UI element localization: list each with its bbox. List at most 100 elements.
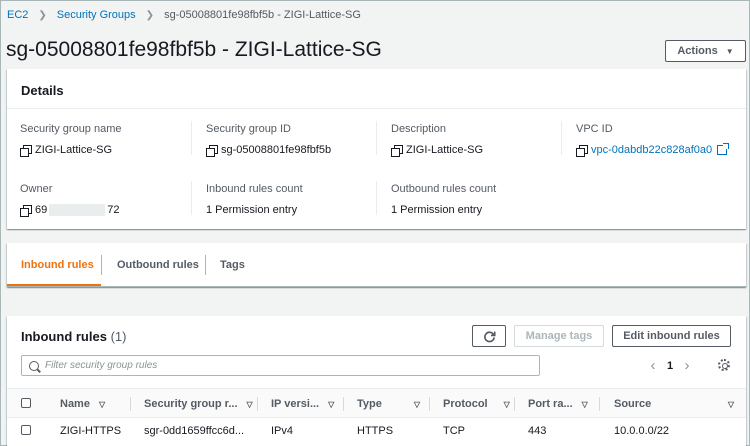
owner-suffix: 72 [107,204,120,216]
actions-label: Actions [677,45,718,57]
column-header-protocol[interactable]: Protocol ▽ [443,389,510,419]
tab-tags[interactable]: Tags [220,243,245,287]
search-icon [29,360,39,371]
breadcrumb-ec2[interactable]: EC2 [7,9,28,21]
column-label: Protocol [443,398,488,410]
field-label: Security group ID [206,123,291,135]
divider [561,121,562,155]
field-label: Owner [20,183,53,195]
column-divider [130,397,131,411]
field-sg-id: Security group ID sg-05008801fe98fbf5b [206,123,331,157]
divider [191,121,192,155]
field-inbound-count: Inbound rules count 1 Permission entry [206,183,303,216]
sort-icon: ▽ [246,399,253,409]
field-label: VPC ID [576,123,613,135]
column-header-name[interactable]: Name ▽ [60,389,105,419]
field-value: ZIGI-Lattice-SG [35,144,113,156]
tab-divider [205,255,206,275]
column-header-type[interactable]: Type ▽ [357,389,420,419]
column-header-ip-version[interactable]: IP versi... ▽ [271,389,334,419]
inbound-rules-count: (1) [110,329,127,344]
row-checkbox[interactable] [21,425,31,435]
sort-icon: ▽ [413,399,421,409]
refresh-button[interactable] [472,325,506,347]
column-header-sg-rule-id[interactable]: Security group r... ▽ [144,389,253,419]
cell-protocol: TCP [443,425,465,437]
cell-port-range: 443 [528,425,547,437]
field-label: Inbound rules count [206,183,303,195]
column-divider [599,397,600,411]
page-title: sg-05008801fe98fbf5b - ZIGI-Lattice-SG [6,38,382,61]
sort-icon: ▽ [581,399,588,409]
page-number[interactable]: 1 [664,360,676,372]
field-description: Description ZIGI-Lattice-SG [391,123,484,157]
column-divider [343,397,344,411]
divider [376,121,377,155]
field-owner: Owner 69 72 [20,183,120,217]
field-label: Outbound rules count [391,183,497,195]
column-divider [429,397,430,411]
sort-icon: ▽ [98,399,106,409]
sort-icon: ▽ [503,399,510,409]
manage-tags-button[interactable]: Manage tags [514,325,604,347]
sort-icon: ▽ [727,399,734,409]
actions-button[interactable]: Actions ▼ [665,40,746,62]
tabs-border [7,286,746,287]
tab-outbound-rules[interactable]: Outbound rules [117,243,199,287]
divider [376,181,377,215]
copy-icon[interactable] [20,204,32,217]
caret-down-icon: ▼ [725,46,734,56]
field-value: 1 Permission entry [391,204,483,216]
breadcrumb-current: sg-05008801fe98fbf5b - ZIGI-Lattice-SG [164,9,361,21]
inbound-rules-title: Inbound rules (1) [21,329,126,344]
refresh-icon [483,330,496,342]
divider [191,181,192,215]
details-panel: Details Security group name ZIGI-Lattice… [7,69,746,229]
cell-ip-version: IPv4 [271,425,294,437]
column-label: Port ra... [528,398,573,410]
field-vpc-id: VPC ID vpc-0dabdb22c828af0a0 [576,123,730,157]
column-header-source[interactable]: Source ▽ [614,389,734,419]
cell-sg-rule-id: sgr-0dd1659ffcc6d... [144,425,245,437]
breadcrumb: EC2 ❯ Security Groups ❯ sg-05008801fe98f… [7,9,361,21]
field-value: ZIGI-Lattice-SG [406,144,484,156]
field-sg-name: Security group name ZIGI-Lattice-SG [20,123,122,157]
table-row[interactable]: ZIGI-HTTPS sgr-0dd1659ffcc6d... IPv4 HTT… [7,418,746,444]
column-label: Type [357,398,382,410]
gear-icon[interactable] [718,359,730,371]
column-label: IP versi... [271,398,320,410]
table-header: Name ▽ Security group r... ▽ IP versi... ▽ … [7,388,746,418]
vpc-id-link[interactable]: vpc-0dabdb22c828af0a0 [591,144,712,156]
copy-icon[interactable] [576,144,588,157]
search-input[interactable] [45,360,525,371]
column-divider [514,397,515,411]
tabs: Inbound rules Outbound rules Tags [7,243,746,287]
select-all-checkbox[interactable] [21,398,31,408]
chevron-left-icon[interactable]: ‹ [642,357,664,374]
inbound-rules-panel: Inbound rules (1) Manage tags Edit inbou… [7,316,746,446]
tab-inbound-rules[interactable]: Inbound rules [21,243,94,287]
column-label: Name [60,398,90,410]
cell-type: HTTPS [357,425,394,437]
owner-prefix: 69 [35,204,48,216]
edit-inbound-rules-button[interactable]: Edit inbound rules [612,325,731,347]
chevron-right-icon[interactable]: › [676,357,698,374]
field-value: 1 Permission entry [206,204,298,216]
redaction [49,204,106,216]
cell-source: 10.0.0.0/22 [614,425,670,437]
field-outbound-count: Outbound rules count 1 Permission entry [391,183,496,216]
copy-icon[interactable] [391,144,403,157]
breadcrumb-security-groups[interactable]: Security Groups [57,9,136,21]
chevron-right-icon: ❯ [145,9,155,21]
search-field [21,355,540,376]
sort-icon: ▽ [328,399,335,409]
cell-name: ZIGI-HTTPS [60,425,122,437]
pagination: ‹ 1 › [642,357,698,374]
field-label: Security group name [20,123,122,135]
copy-icon[interactable] [20,144,32,157]
details-heading: Details [7,69,746,109]
copy-icon[interactable] [206,144,218,157]
column-divider [257,397,258,411]
column-header-port-range[interactable]: Port ra... ▽ [528,389,588,419]
external-link-icon [717,143,730,155]
